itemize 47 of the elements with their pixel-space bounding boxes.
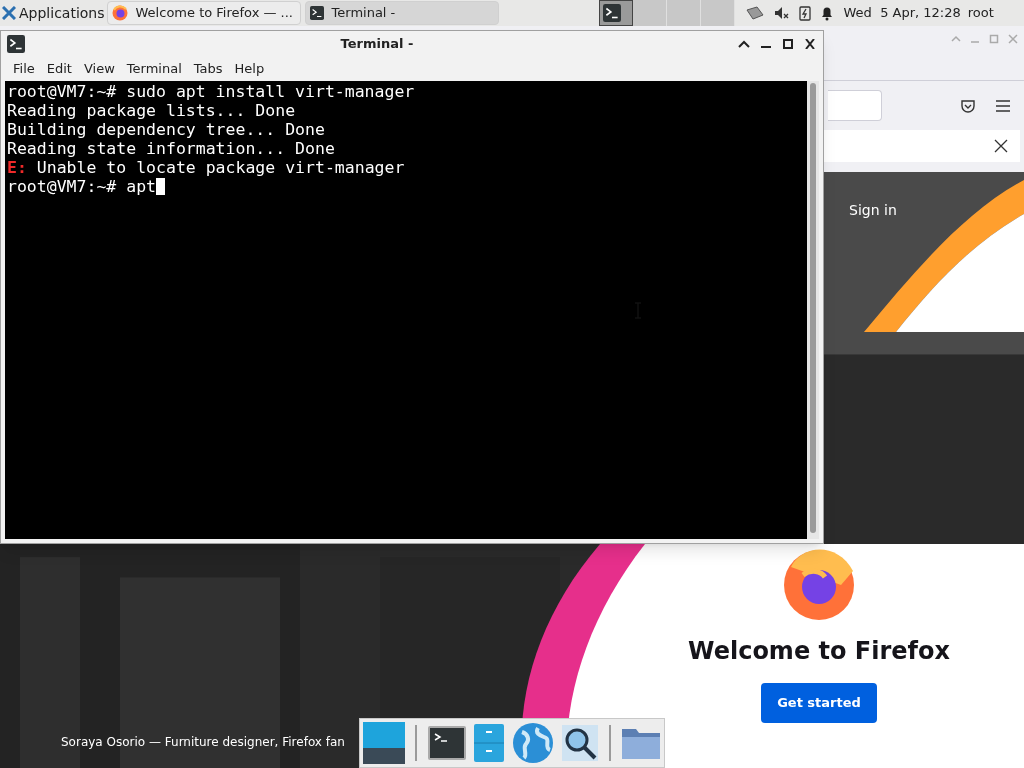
menu-item[interactable]: Terminal (120, 58, 188, 79)
terminal-icon (6, 34, 26, 53)
close-icon[interactable] (994, 139, 1008, 153)
get-started-button[interactable]: Get started (761, 683, 877, 723)
notification-bell-icon[interactable] (819, 5, 834, 21)
menu-icon[interactable] (996, 99, 1010, 112)
address-field[interactable] (828, 90, 882, 121)
terminal-output[interactable]: root@VM7:~# sudo apt install virt-manager Reading package lists... Done Building dependency tree... Done Reading state information... Done E: Unable to locate package virt-manager root@VM7:~# apt (5, 81, 807, 539)
workspace-button[interactable] (598, 0, 633, 26)
scrollbar[interactable] (807, 81, 819, 539)
sign-in-link[interactable]: Sign in (849, 200, 897, 221)
collapse-icon[interactable] (738, 38, 750, 49)
pocket-icon[interactable] (960, 97, 976, 114)
clock-text[interactable]: Wed 5 Apr, 12:28 (843, 3, 961, 23)
taskbar-button[interactable]: Welcome to Firefox — ... (106, 1, 301, 25)
window-title: Terminal - (339, 34, 415, 53)
terminal-line: Building dependency tree... Done (7, 120, 325, 139)
terminal-icon (309, 6, 324, 20)
file-cabinet-icon[interactable] (473, 724, 504, 762)
xfce-logo-icon (2, 6, 16, 20)
globe-icon[interactable] (512, 722, 555, 764)
firefox-icon (111, 5, 128, 21)
menu-item[interactable]: Tabs (187, 58, 229, 79)
volume-muted-icon[interactable] (773, 5, 790, 21)
network-icon[interactable] (744, 5, 765, 21)
menu-item[interactable]: Help (228, 58, 271, 79)
terminal-line: root@VM7:~# apt (7, 177, 156, 196)
menu-item[interactable]: View (77, 58, 121, 79)
search-icon[interactable] (562, 725, 599, 761)
maximize-icon[interactable] (782, 38, 794, 49)
taskbar-button[interactable]: Terminal - (304, 1, 499, 25)
desktop-icon[interactable] (363, 722, 405, 764)
menu-item[interactable]: Edit (40, 58, 78, 79)
terminal-line: E: Unable to locate package virt-manager (7, 158, 405, 177)
welcome-heading: Welcome to Firefox (687, 636, 951, 667)
terminal-line: Reading state information... Done (7, 139, 335, 158)
terminal-line: root@VM7:~# sudo apt install virt-manager (7, 82, 415, 101)
photo-caption: Soraya Osorio — Furniture designer, Firefox fan (61, 734, 345, 751)
folder-icon[interactable] (620, 726, 661, 760)
battery-icon[interactable] (798, 5, 811, 21)
menu-item[interactable]: File (7, 58, 41, 79)
terminal-line: Reading package lists... Done (7, 101, 296, 120)
text-cursor (156, 178, 165, 195)
terminal-icon (602, 4, 621, 22)
terminal-icon[interactable] (427, 726, 466, 760)
close-icon[interactable] (804, 38, 816, 49)
user-name[interactable]: root (967, 3, 994, 23)
